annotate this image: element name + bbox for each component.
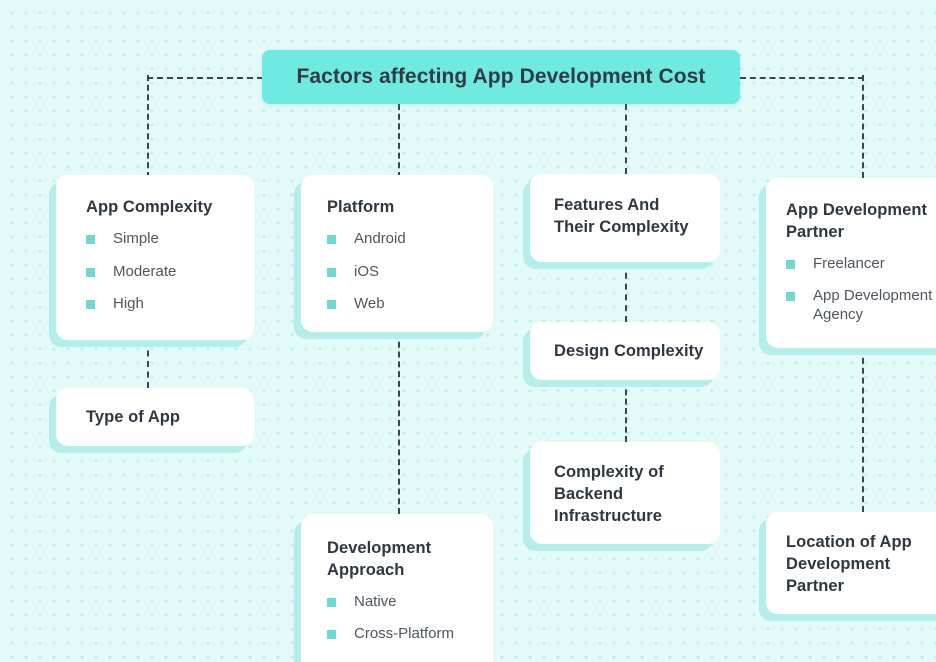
list-item-label: Native [354,592,397,610]
node-heading: App Complexity [86,198,213,216]
list-item-label: Freelancer [813,254,885,272]
node-development-approach[interactable]: Development Approach Native Cross-Platfo… [294,514,493,662]
bullet-square-icon [327,234,336,244]
list-item-label: App Development Agency [813,287,933,324]
node-heading: Design Complexity [554,342,704,360]
list-item-label: Cross-Platform [354,625,455,643]
card-face: Type of App [56,388,254,446]
card-face: Platform Android iOS Web [301,175,493,332]
bullet-square-icon [86,267,95,277]
list-item: Moderate [86,263,230,282]
bullet-square-icon [327,267,336,277]
list-item: Freelancer [786,255,936,274]
connector-title-to-right [740,77,864,79]
list-item-label: Moderate [113,262,177,280]
list-item: Android [327,230,469,249]
list-item: Web [327,295,469,314]
list-item: High [86,295,230,314]
bullet-square-icon [86,234,95,244]
connector-title-to-left [147,77,263,79]
node-app-complexity[interactable]: App Complexity Simple Moderate High [49,175,254,347]
node-heading: Complexity of Backend Infrastructure [554,463,664,525]
connector-partner-to-location [862,348,864,512]
bullet-square-icon [327,597,336,607]
list-item: iOS [327,263,469,282]
card-face: App Complexity Simple Moderate High [56,175,254,340]
node-location-of-app-development-partner[interactable]: Location of App Development Partner [759,512,936,621]
node-item-list: Native Cross-Platform [327,593,469,645]
card-face: Development Approach Native Cross-Platfo… [301,514,493,662]
card-face: App Development Partner Freelancer App D… [766,178,936,348]
bullet-square-icon [786,292,795,302]
list-item-label: iOS [354,262,380,280]
bullet-square-icon [327,630,336,640]
list-item: Simple [86,230,230,249]
node-heading: Location of App Development Partner [786,533,912,595]
node-heading: Platform [327,198,395,216]
bullet-square-icon [327,300,336,310]
connector-design-to-backend [625,380,627,442]
list-item: App Development Agency [786,287,936,325]
list-item-label: High [113,295,144,313]
diagram-title-box: Factors affecting App Development Cost [262,50,740,104]
node-heading: App Development Partner [786,201,928,241]
node-item-list: Simple Moderate High [86,230,230,314]
node-features-and-their-complexity[interactable]: Features And Their Complexity [523,174,720,269]
card-face: Design Complexity [530,322,720,380]
node-platform[interactable]: Platform Android iOS Web [294,175,493,339]
diagram-canvas: Factors affecting App Development Cost A… [0,0,936,662]
node-complexity-of-backend-infrastructure[interactable]: Complexity of Backend Infrastructure [523,442,720,551]
bullet-square-icon [86,300,95,310]
node-heading: Type of App [86,408,181,426]
connector-platform-to-approach [398,332,400,514]
card-face: Location of App Development Partner [766,512,936,614]
node-design-complexity[interactable]: Design Complexity [523,322,720,387]
node-app-development-partner[interactable]: App Development Partner Freelancer App D… [759,178,936,355]
list-item-label: Web [354,295,385,313]
connector-complexity-to-type [147,340,149,388]
card-face: Complexity of Backend Infrastructure [530,442,720,544]
connector-title-to-features [625,104,627,174]
list-item-label: Android [354,229,406,247]
node-type-of-app[interactable]: Type of App [49,388,254,453]
node-item-list: Android iOS Web [327,230,469,314]
bullet-square-icon [786,259,795,269]
page-title: Factors affecting App Development Cost [296,65,706,88]
list-item-label: Simple [113,229,159,247]
card-face: Features And Their Complexity [530,174,720,262]
connector-left-vertical [147,75,149,178]
node-heading: Features And Their Complexity [554,196,689,236]
list-item: Cross-Platform [327,625,469,644]
connector-title-to-platform [398,104,400,178]
node-heading: Development Approach [327,539,432,579]
node-item-list: Freelancer App Development Agency [786,255,936,325]
connector-right-vertical [862,75,864,178]
list-item: Native [327,593,469,612]
connector-features-to-design [625,262,627,322]
